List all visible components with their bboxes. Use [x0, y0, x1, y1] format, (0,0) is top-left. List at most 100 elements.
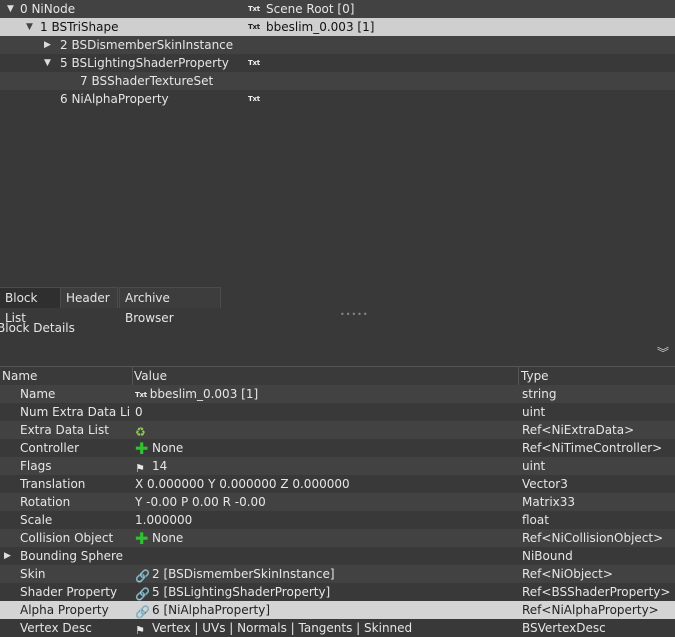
property-name: Vertex Desc: [20, 621, 92, 635]
expand-arrow-icon[interactable]: ▶: [44, 36, 54, 54]
property-type: Ref<NiCollisionObject>: [522, 531, 664, 545]
property-value: 2 [BSDismemberSkinInstance]: [152, 567, 335, 581]
column-header-name[interactable]: Name: [0, 367, 133, 385]
tab-archive-browser[interactable]: Archive Browser: [119, 287, 221, 325]
column-header-type[interactable]: Type: [519, 367, 675, 385]
flag-icon: ⚑: [135, 462, 145, 475]
block-tree[interactable]: ▼ 0 NiNode Txt Scene Root [0] ▼ 1 BSTriS…: [0, 0, 675, 287]
property-name: Flags: [20, 459, 52, 473]
table-row[interactable]: Name Txt bbeslim_0.003 [1] string: [0, 385, 675, 403]
txt-icon: Txt: [248, 95, 260, 103]
property-type: BSVertexDesc: [522, 621, 606, 635]
table-row[interactable]: Collision Object ✚ None Ref<NiCollisionOb…: [0, 529, 675, 547]
txt-icon: Txt: [135, 391, 147, 399]
txt-icon: Txt: [248, 59, 260, 67]
tree-item-label: 0 NiNode: [20, 2, 76, 16]
table-row[interactable]: Skin 🔗 2 [BSDismemberSkinInstance] Ref<Ni…: [0, 565, 675, 583]
property-name: Scale: [20, 513, 53, 527]
property-name: Controller: [20, 441, 80, 455]
property-type: float: [522, 513, 549, 527]
property-value[interactable]: X 0.000000 Y 0.000000 Z 0.000000: [135, 475, 515, 493]
table-row[interactable]: Extra Data List ♻ Ref<NiExtraData>: [0, 421, 675, 439]
flag-icon: ⚑: [135, 624, 145, 637]
property-value: None: [152, 441, 184, 455]
property-type: Matrix33: [522, 495, 576, 509]
collapse-arrow-icon[interactable]: ▼: [44, 54, 54, 72]
property-name: Extra Data List: [20, 423, 109, 437]
tree-item-label: 2 BSDismemberSkinInstance: [60, 38, 234, 52]
property-name: Alpha Property: [20, 603, 109, 617]
table-row[interactable]: ▶ Bounding Sphere NiBound: [0, 547, 675, 565]
table-row[interactable]: Rotation Y -0.00 P 0.00 R -0.00 Matrix33: [0, 493, 675, 511]
property-type: Ref<NiAlphaProperty>: [522, 603, 659, 617]
property-value-cell[interactable]: ✚ None: [135, 439, 515, 457]
property-value-cell[interactable]: 🔗 2 [BSDismemberSkinInstance]: [135, 565, 515, 583]
tree-item-label: 5 BSLightingShaderProperty: [60, 56, 229, 70]
property-type: Ref<NiTimeController>: [522, 441, 663, 455]
plus-icon: ✚: [135, 529, 149, 547]
property-name: Bounding Sphere: [20, 549, 124, 563]
property-value-cell[interactable]: ♻: [135, 421, 515, 439]
property-value-cell[interactable]: ⚑ Vertex | UVs | Normals | Tangents | Ski…: [135, 619, 515, 637]
details-table-header: Name Value Type: [0, 366, 675, 385]
link-icon: 🔗: [135, 569, 150, 583]
tree-row-lighting-shader[interactable]: ▼ 5 BSLightingShaderProperty Txt: [0, 54, 675, 72]
property-value-cell[interactable]: 🔗 6 [NiAlphaProperty]: [135, 601, 515, 619]
property-value: bbeslim_0.003 [1]: [149, 387, 259, 401]
table-row[interactable]: Num Extra Data List 0 uint: [0, 403, 675, 421]
property-value[interactable]: [135, 547, 515, 565]
property-name: Name: [20, 387, 56, 401]
property-value-cell[interactable]: ✚ None: [135, 529, 515, 547]
property-name: Translation: [20, 477, 86, 491]
column-header-value[interactable]: Value: [132, 367, 519, 385]
property-value: 5 [BSLightingShaderProperty]: [152, 585, 331, 599]
table-row[interactable]: Translation X 0.000000 Y 0.000000 Z 0.00…: [0, 475, 675, 493]
block-details-title: Block Details: [0, 321, 75, 335]
property-type: string: [522, 387, 557, 401]
property-value: None: [152, 531, 184, 545]
link-icon: 🔗: [135, 587, 150, 601]
property-type: Vector3: [522, 477, 568, 491]
property-value-cell[interactable]: 🔗 5 [BSLightingShaderProperty]: [135, 583, 515, 601]
collapse-all-icon[interactable]: ︾: [657, 344, 669, 361]
tree-row-alpha-property[interactable]: 6 NiAlphaProperty Txt: [0, 90, 675, 108]
txt-icon: Txt: [248, 5, 260, 13]
expand-arrow-icon[interactable]: ▶: [4, 547, 11, 565]
tree-item-value: Scene Root [0]: [266, 2, 355, 16]
tree-row-ninode[interactable]: ▼ 0 NiNode Txt Scene Root [0]: [0, 0, 675, 18]
property-name: Skin: [20, 567, 46, 581]
table-row[interactable]: Controller ✚ None Ref<NiTimeController>: [0, 439, 675, 457]
table-row[interactable]: Scale 1.000000 float: [0, 511, 675, 529]
property-name: Num Extra Data List: [20, 405, 130, 419]
txt-icon: Txt: [248, 23, 260, 31]
property-type: NiBound: [522, 549, 573, 563]
property-type: Ref<NiExtraData>: [522, 423, 635, 437]
tab-block-list[interactable]: Block List: [0, 287, 61, 325]
property-name: Rotation: [20, 495, 71, 509]
property-value: 6 [NiAlphaProperty]: [152, 603, 271, 617]
property-type: Ref<NiObject>: [522, 567, 613, 581]
table-row[interactable]: Flags ⚑ 14 uint: [0, 457, 675, 475]
tab-header[interactable]: Header: [60, 287, 118, 308]
tree-row-texture-set[interactable]: 7 BSShaderTextureSet: [0, 72, 675, 90]
property-type: uint: [522, 405, 546, 419]
property-value: 14: [152, 459, 168, 473]
property-value[interactable]: 0: [135, 403, 515, 421]
property-type: Ref<BSShaderProperty>: [522, 585, 671, 599]
tree-row-skin-instance[interactable]: ▶ 2 BSDismemberSkinInstance: [0, 36, 675, 54]
collapse-arrow-icon[interactable]: ▼: [7, 0, 17, 18]
table-row[interactable]: Vertex Desc ⚑ Vertex | UVs | Normals | Ta…: [0, 619, 675, 637]
collapse-arrow-icon[interactable]: ▼: [26, 18, 36, 36]
tree-item-value: bbeslim_0.003 [1]: [266, 20, 375, 34]
property-value[interactable]: 1.000000: [135, 511, 515, 529]
property-value-cell[interactable]: ⚑ 14: [135, 457, 515, 475]
table-row-selected[interactable]: Alpha Property 🔗 6 [NiAlphaProperty] Ref<…: [0, 601, 675, 619]
splitter-handle[interactable]: •••••: [340, 310, 369, 319]
tree-row-bstrishape[interactable]: ▼ 1 BSTriShape Txt bbeslim_0.003 [1]: [0, 18, 675, 36]
tree-item-label: 1 BSTriShape: [40, 20, 119, 34]
property-value[interactable]: Y -0.00 P 0.00 R -0.00: [135, 493, 515, 511]
link-icon: 🔗: [135, 605, 150, 619]
table-row[interactable]: Shader Property 🔗 5 [BSLightingShaderProp…: [0, 583, 675, 601]
tab-bar: Block List Header Archive Browser: [0, 287, 675, 325]
property-value-cell[interactable]: Txt bbeslim_0.003 [1]: [135, 385, 515, 403]
